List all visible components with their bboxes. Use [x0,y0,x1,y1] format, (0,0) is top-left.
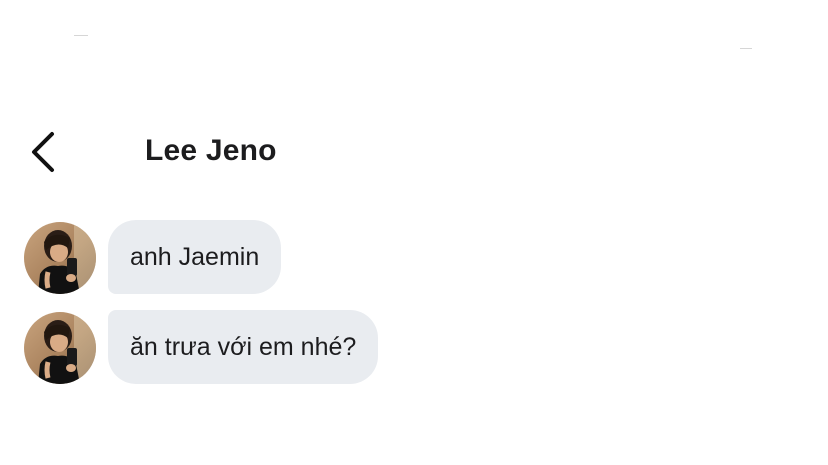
chat-screen: Lee Jeno anh Jaemin ăn trưa với em nhé? [0,0,828,465]
chat-header: Lee Jeno [0,112,828,192]
contact-name[interactable]: Lee Jeno [145,134,277,168]
message-text: ăn trưa với em nhé? [130,332,357,361]
message-bubble[interactable]: anh Jaemin [108,220,282,294]
status-bar-mark [74,35,88,36]
avatar[interactable] [24,222,96,294]
message-text: anh Jaemin [130,242,260,271]
message-bubble[interactable]: ăn trưa với em nhé? [108,310,379,384]
back-button[interactable] [24,128,64,176]
message-row: ăn trưa với em nhé? [0,310,828,386]
message-row: anh Jaemin [0,220,828,296]
avatar[interactable] [24,312,96,384]
chevron-left-icon [32,132,54,172]
status-bar-mark [740,48,752,49]
